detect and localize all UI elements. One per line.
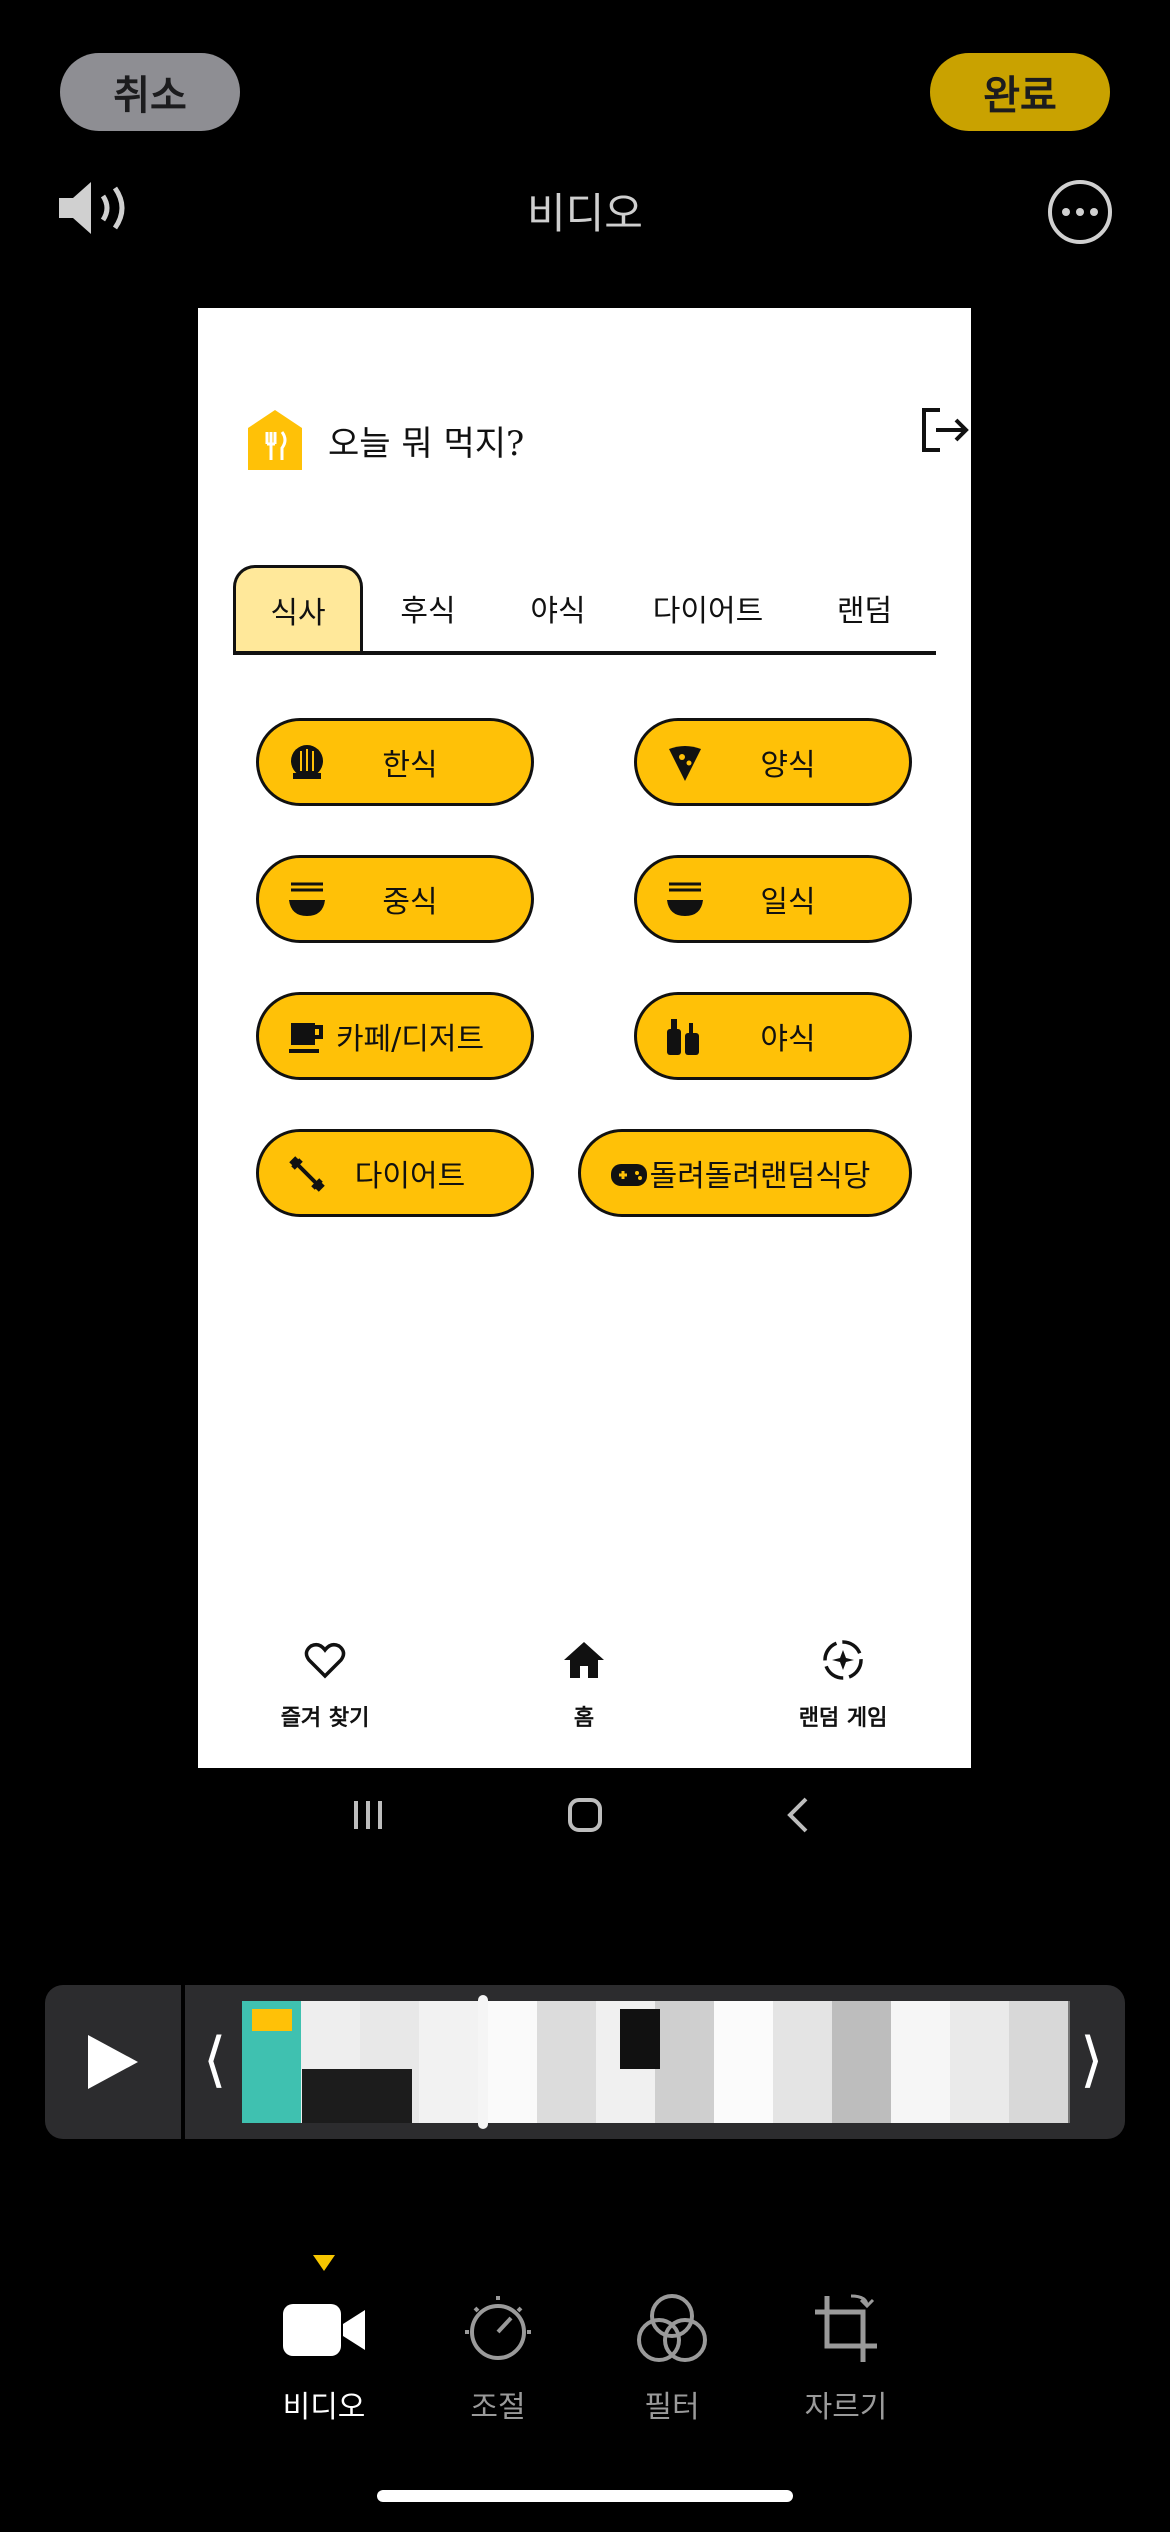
coffee-cup-icon [289,1023,323,1053]
random-game-icon [823,1640,863,1680]
pizza-icon [669,746,701,781]
back-icon [787,1797,808,1833]
home-icon [564,1642,604,1678]
tab-late-snack[interactable]: 야식 [493,565,623,651]
logout-icon[interactable] [918,404,970,456]
diet-button[interactable]: 다이어트 [256,1129,534,1217]
frame-thumbnail [537,2001,596,2123]
tool-label: 자르기 [804,2390,888,2425]
nav-favorites[interactable]: 즐겨 찾기 [225,1638,425,1732]
page-title: 비디오 [527,189,643,238]
video-preview: 오늘 뭐 먹지? 식사 후식 야식 다이어트 랜덤 한식 양식 중식 일식 카페… [198,308,971,1768]
frame-thumbnail [655,2001,714,2123]
tool-crop[interactable]: 자르기 [776,2290,916,2426]
frame-thumbnail [773,2001,832,2123]
tab-meal[interactable]: 식사 [233,565,363,651]
korean-food-button[interactable]: 한식 [256,718,534,806]
gamepad-icon [611,1164,647,1186]
play-button[interactable] [45,1985,185,2139]
video-timeline[interactable]: ⟨ ⟩ [45,1985,1125,2139]
tool-video[interactable]: 비디오 [254,2290,394,2426]
noodle-bowl-icon [289,882,325,916]
android-home-icon [568,1798,602,1832]
adjust-dial-icon [465,2296,531,2360]
done-button[interactable]: 완료 [930,53,1110,131]
frame-thumbnail [714,2001,773,2123]
tool-adjust[interactable]: 조절 [428,2290,568,2426]
crop-icon [815,2294,877,2362]
play-icon [88,2035,138,2089]
speaker-icon[interactable] [55,178,135,238]
nav-random-game[interactable]: 랜덤 게임 [743,1638,943,1732]
dumbbell-icon [289,1156,325,1192]
active-tool-indicator [313,2255,335,2271]
nav-label: 홈 [573,1706,595,1731]
category-tabs: 식사 후식 야식 다이어트 랜덤 [233,565,936,655]
tab-diet[interactable]: 다이어트 [623,565,793,651]
app-title: 오늘 뭐 먹지? [328,424,525,464]
frame-thumbnail [1009,2001,1068,2123]
playhead[interactable] [478,1995,488,2129]
random-restaurant-button[interactable]: 돌려돌려랜덤식당 [578,1129,912,1217]
cancel-button[interactable]: 취소 [60,53,240,131]
heart-icon [304,1642,346,1679]
tool-label: 필터 [644,2390,700,2425]
recent-apps-icon [354,1801,382,1829]
frame-detail [252,2009,292,2031]
noodle-bowl-icon [667,882,703,916]
frame-thumbnail [950,2001,1009,2123]
frame-keyboard [302,2069,412,2123]
filter-circles-icon [637,2294,707,2362]
western-food-button[interactable]: 양식 [634,718,912,806]
cafe-dessert-button[interactable]: 카페/디저트 [256,992,534,1080]
nav-label: 랜덤 게임 [798,1706,888,1731]
tool-label: 조절 [470,2390,526,2425]
trim-end-handle[interactable]: ⟩ [1080,2025,1103,2095]
trim-start-handle[interactable]: ⟨ [203,2025,226,2095]
frame-thumbnail [419,2001,478,2123]
nav-home[interactable]: 홈 [484,1638,684,1732]
rice-bowl-icon [291,745,323,779]
tool-filter[interactable]: 필터 [602,2290,742,2426]
frame-thumbnail [891,2001,950,2123]
nav-label: 즐겨 찾기 [280,1706,370,1731]
frame-strip[interactable] [242,2001,1070,2123]
tool-label: 비디오 [282,2390,366,2425]
app-logo-icon [248,410,302,470]
frame-thumbnail [832,2001,891,2123]
tab-dessert[interactable]: 후식 [363,565,493,651]
bottles-icon [667,1019,699,1055]
late-snack-button[interactable]: 야식 [634,992,912,1080]
tab-random[interactable]: 랜덤 [793,565,936,651]
frame-detail [620,2009,660,2069]
more-options-icon[interactable] [1048,180,1112,244]
video-camera-icon [283,2304,365,2356]
japanese-food-button[interactable]: 일식 [634,855,912,943]
home-indicator[interactable] [377,2490,793,2502]
chinese-food-button[interactable]: 중식 [256,855,534,943]
